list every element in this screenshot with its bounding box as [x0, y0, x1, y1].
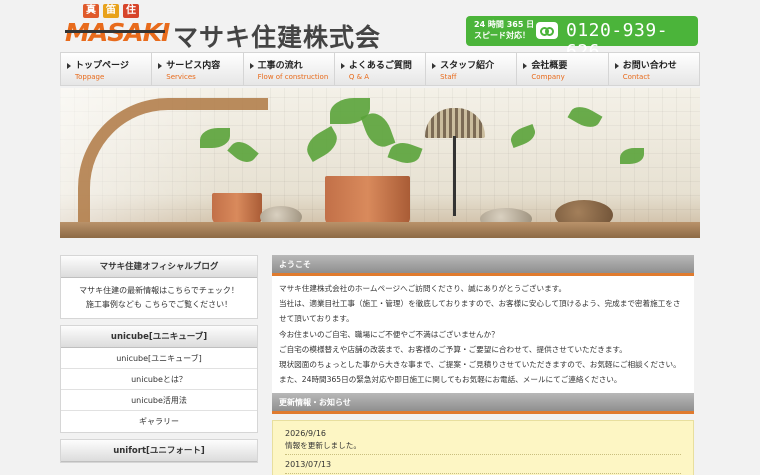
sidebar-item-unicube[interactable]: unicube[ユニキューブ]	[61, 348, 257, 369]
nav-item-company[interactable]: 会社概要 Company	[517, 53, 609, 85]
logo-kanji: 真 笛 住	[83, 4, 139, 18]
hero-lamp	[420, 108, 490, 218]
welcome-line: 今お住まいのご自宅、職場にご不便やご不満はございませんか？	[279, 329, 499, 339]
news-date: 2026/9/16	[285, 429, 327, 439]
header: 真 笛 住 MASAKI マサキ住建株式会社 24 時間 365 日 スピード対…	[60, 0, 700, 88]
arrow-right-icon	[67, 63, 71, 69]
phone-banner[interactable]: 24 時間 365 日 スピード対応！ 0120-939-626	[466, 16, 698, 62]
unifort-block: unifort[ユニフォート]	[60, 439, 258, 463]
blog-line2: 施工事例なども こちらでご覧ください！	[85, 300, 233, 309]
hero-pot	[325, 176, 410, 226]
blog-description: マサキ住建の最新情報はこちらでチェック！ 施工事例なども こちらでご覧ください！	[61, 278, 257, 318]
nav-item-staff[interactable]: スタッフ紹介 Staff	[426, 53, 518, 85]
arrow-right-icon	[614, 63, 619, 69]
arrow-right-icon	[523, 63, 528, 69]
nav-item-toppage[interactable]: トップページ Toppage	[61, 53, 153, 85]
phone-badge-line1: 24 時間 365 日	[474, 20, 535, 29]
hero-shelf	[60, 222, 700, 238]
nav-label: よくあるご質問	[348, 61, 412, 71]
global-nav: トップページ Toppage サービス内容 Services 工事の流れ Flow o…	[60, 52, 700, 86]
phone-badge: 24 時間 365 日 スピード対応！	[474, 19, 534, 41]
unifort-title[interactable]: unifort[ユニフォート]	[61, 440, 257, 462]
unicube-title[interactable]: unicube[ユニキューブ]	[61, 326, 257, 348]
arrow-right-icon	[432, 63, 437, 69]
hero-leaf	[567, 101, 603, 133]
welcome-line: 現状図面のちょっとした事から大きな事まで、ご提案・ご見積りさせていただきますので…	[279, 360, 681, 370]
nav-item-qa[interactable]: よくあるご質問 Q & A	[335, 53, 427, 85]
nav-label: お問い合わせ	[622, 61, 677, 71]
logo-kanji-3: 住	[123, 4, 139, 18]
sidebar-item-gallery[interactable]: ギャラリー	[61, 411, 257, 432]
sidebar: マサキ住建オフィシャルブログ マサキ住建の最新情報はこちらでチェック！ 施工事例…	[60, 255, 258, 475]
nav-sublabel: Q & A	[348, 73, 370, 81]
free-dial-icon	[536, 22, 558, 39]
nav-item-contact[interactable]: お問い合わせ Contact	[609, 53, 699, 85]
hero-lamp-shade	[425, 108, 485, 138]
main-content: ようこそ マサキ住建株式会社のホームページへご訪問くださり、誠にありがとうござい…	[272, 255, 694, 475]
arrow-right-icon	[158, 63, 163, 69]
blog-title[interactable]: マサキ住建オフィシャルブログ	[61, 256, 257, 278]
hero-leaf	[301, 125, 343, 163]
hero-leaf	[620, 148, 644, 164]
page: 真 笛 住 MASAKI マサキ住建株式会社 24 時間 365 日 スピード対…	[60, 0, 700, 475]
welcome-text: マサキ住建株式会社のホームページへご訪問くださり、誠にありがとうございます。 当…	[272, 276, 694, 394]
logo-strike-line	[65, 30, 165, 33]
news-text[interactable]	[285, 471, 681, 475]
company-logo[interactable]: 真 笛 住 MASAKI マサキ住建株式会社	[65, 4, 405, 88]
hero-image-plants	[60, 88, 700, 238]
nav-sublabel: Contact	[622, 73, 650, 81]
welcome-line: マサキ住建株式会社のホームページへご訪問くださり、誠にありがとうございます。	[279, 284, 567, 293]
hero-leaf	[360, 108, 396, 152]
news-text[interactable]: 情報を更新しました。	[285, 440, 681, 456]
nav-label: スタッフ紹介	[440, 61, 495, 71]
logo-kanji-1: 真	[83, 4, 99, 18]
phone-badge-line2: スピード対応！	[474, 31, 530, 40]
nav-sublabel: Toppage	[75, 73, 105, 81]
welcome-line: せて頂いております。	[279, 314, 354, 324]
news-heading: 更新情報・お知らせ	[272, 393, 694, 415]
arrow-right-icon	[340, 63, 345, 69]
unicube-block: unicube[ユニキューブ] unicube[ユニキューブ] unicubeと…	[60, 325, 258, 433]
nav-sublabel: Flow of construction	[257, 73, 329, 81]
welcome-line: 当社は、適業目社工事（施工・管理）を徹底しておりますので、お客様に安心して頂ける…	[279, 299, 681, 309]
blog-line1: マサキ住建の最新情報はこちらでチェック！	[79, 286, 239, 295]
welcome-heading: ようこそ	[272, 255, 694, 276]
nav-item-services[interactable]: サービス内容 Services	[152, 53, 244, 85]
hero-leaf	[508, 124, 538, 148]
logo-kanji-2: 笛	[103, 4, 119, 18]
nav-label: トップページ	[75, 61, 129, 71]
nav-sublabel: Company	[531, 73, 565, 81]
arrow-right-icon	[249, 63, 254, 69]
hero-pot	[212, 193, 262, 225]
news-date: 2013/07/13	[285, 460, 332, 470]
sidebar-item-unicube-usage[interactable]: unicube活用法	[61, 390, 257, 411]
sidebar-item-unicube-about[interactable]: unicubeとは？	[61, 369, 257, 390]
news-list: 2026/9/16 情報を更新しました。 2013/07/13	[272, 420, 694, 475]
blog-block: マサキ住建オフィシャルブログ マサキ住建の最新情報はこちらでチェック！ 施工事例…	[60, 255, 258, 319]
nav-label: 工事の流れ	[257, 61, 303, 71]
nav-label: サービス内容	[166, 61, 221, 71]
hero-lamp-pole	[453, 136, 456, 216]
nav-item-flow[interactable]: 工事の流れ Flow of construction	[244, 53, 335, 85]
nav-label: 会社概要	[531, 61, 568, 71]
nav-sublabel: Staff	[440, 73, 457, 81]
nav-sublabel: Services	[166, 73, 196, 81]
welcome-line: また、24時間365日の緊急対応や即日施工に関してもお気軽にお電話、メールにてご…	[279, 375, 622, 385]
welcome-line: ご自宅の模様替えや店舗の改装まで、お客様のご予算・ご要望に合わせて、提供させてい…	[279, 344, 627, 354]
